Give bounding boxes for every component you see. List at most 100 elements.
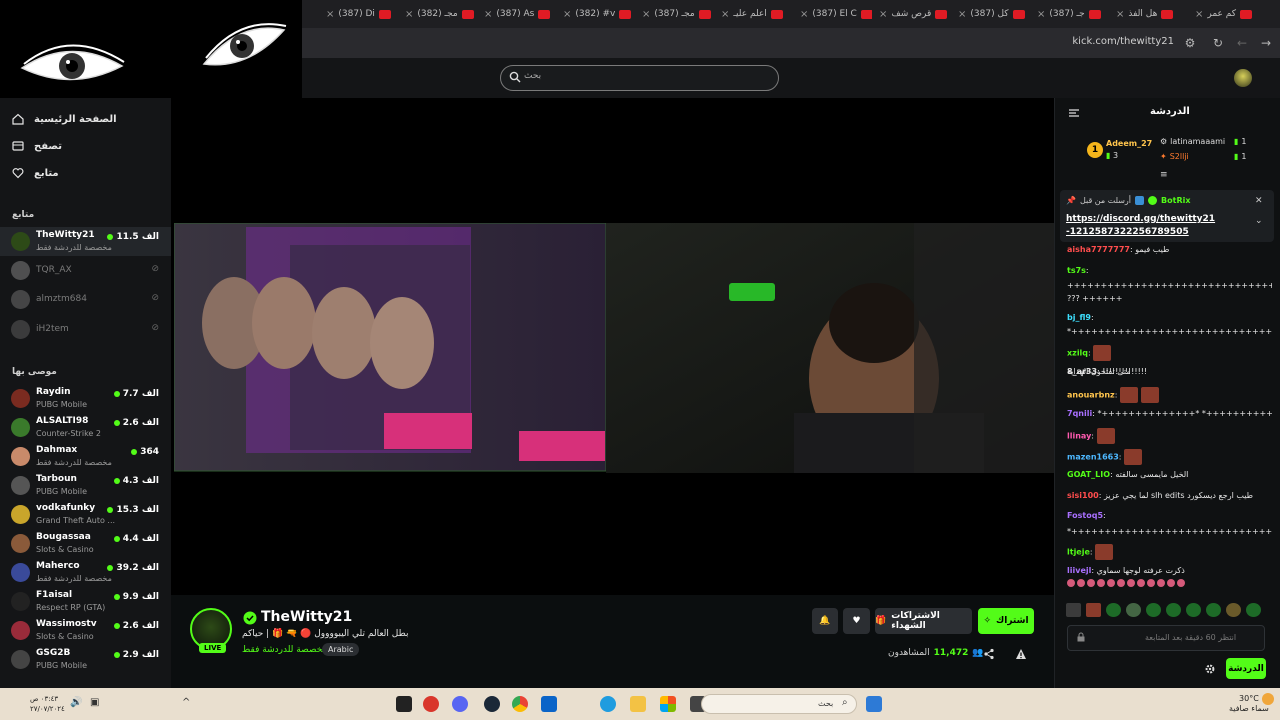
file-explorer-icon[interactable]: [630, 696, 646, 712]
emote-icon[interactable]: [1106, 603, 1121, 617]
nav-browse[interactable]: تصفح: [12, 140, 62, 152]
chat-username[interactable]: 7qnili: [1067, 409, 1092, 418]
close-tab-icon[interactable]: ×: [326, 9, 334, 20]
chat-username[interactable]: GOAT_LIO: [1067, 470, 1110, 479]
emote-icon[interactable]: [1206, 603, 1221, 617]
chat-username[interactable]: Fostoq5: [1067, 511, 1103, 520]
sidebar-recommended-channel[interactable]: Bougassaa Slots & Casino 4.4 الف: [0, 529, 171, 558]
close-tab-icon[interactable]: ×: [642, 9, 650, 20]
emote-icon[interactable]: [1066, 603, 1081, 617]
emote-icon[interactable]: [1126, 603, 1141, 617]
gear-icon[interactable]: [1204, 663, 1216, 675]
follow-button[interactable]: ♥: [843, 608, 870, 634]
browser-tab[interactable]: × (387) As: [478, 3, 556, 25]
chat-username[interactable]: ltjeje: [1067, 548, 1090, 557]
sidebar-channel[interactable]: almztm684 ⊘: [0, 285, 171, 314]
app-icon[interactable]: [423, 696, 439, 712]
browser-tab[interactable]: × اعلم عليـ: [715, 3, 793, 25]
tune-icon[interactable]: ⚙: [1182, 35, 1198, 51]
unpin-icon[interactable]: ✕: [1255, 196, 1263, 206]
sidebar-recommended-channel[interactable]: vodkafunky Grand Theft Auto ... 15.3 الف: [0, 500, 171, 529]
emote-bar[interactable]: [1066, 603, 1272, 619]
browser-tab[interactable]: × هل الفذ: [1110, 3, 1188, 25]
taskbar-search[interactable]: [701, 694, 857, 714]
emote-icon[interactable]: [1246, 603, 1261, 617]
chat-username[interactable]: sisi100: [1067, 491, 1099, 500]
gift-subs-button[interactable]: 🎁 الاشتراكات الشهداء: [875, 608, 972, 634]
url-text[interactable]: kick.com/thewitty21: [1072, 36, 1174, 47]
chat-send-button[interactable]: الدردشة: [1226, 658, 1266, 679]
browser-tab[interactable]: × (387) مجـ: [636, 3, 714, 25]
reload-icon[interactable]: ↻: [1210, 35, 1226, 51]
notifications-button[interactable]: 🔔: [812, 608, 838, 634]
outlook-icon[interactable]: [541, 696, 557, 712]
chevron-down-icon[interactable]: ⌄: [1255, 216, 1263, 226]
sidebar-recommended-channel[interactable]: F1aisal Respect RP (GTA) 9.9 الف: [0, 587, 171, 616]
network-icon[interactable]: ▣: [90, 697, 99, 708]
epic-games-icon[interactable]: [396, 696, 412, 712]
report-icon[interactable]: [1015, 648, 1027, 660]
browser-tab[interactable]: × قرص شف: [873, 3, 951, 25]
edge-icon[interactable]: [600, 696, 616, 712]
sidebar-recommended-channel[interactable]: Maherco مخصصة للدردشة فقط 39.2 الف: [0, 558, 171, 587]
close-tab-icon[interactable]: ×: [405, 9, 413, 20]
chat-username[interactable]: ts7s: [1067, 266, 1086, 275]
streamer-name[interactable]: TheWitty21: [261, 609, 352, 625]
chat-username[interactable]: xzilq: [1067, 349, 1088, 358]
discord-icon[interactable]: [452, 696, 468, 712]
sidebar-recommended-channel[interactable]: Raydin PUBG Mobile 7.7 الف: [0, 384, 171, 413]
browser-tab[interactable]: × (382) مجـ: [399, 3, 477, 25]
browser-tab[interactable]: × كم عمر: [1189, 3, 1267, 25]
collapse-chat-icon[interactable]: [1068, 107, 1080, 119]
emote-icon[interactable]: [1086, 603, 1101, 617]
chat-username[interactable]: aisha7777777: [1067, 245, 1130, 254]
close-tab-icon[interactable]: ×: [721, 9, 729, 20]
nav-following[interactable]: متابع: [12, 167, 59, 179]
sidebar-recommended-channel[interactable]: ALSALTI98 Counter-Strike 2 2.6 الف: [0, 413, 171, 442]
nav-home[interactable]: الصفحة الرئيسية: [12, 113, 117, 125]
volume-icon[interactable]: 🔊: [70, 697, 82, 708]
chrome-icon[interactable]: [512, 696, 528, 712]
steam-icon[interactable]: [484, 696, 500, 712]
chat-username[interactable]: anouarbnz: [1067, 391, 1115, 400]
windows-start-icon[interactable]: [866, 696, 882, 712]
chat-username[interactable]: liivejl: [1067, 566, 1091, 575]
close-tab-icon[interactable]: ×: [1195, 9, 1203, 20]
close-tab-icon[interactable]: ×: [484, 9, 492, 20]
browser-tab[interactable]: × (387) كل: [952, 3, 1030, 25]
stream-video-frame[interactable]: [174, 223, 1054, 473]
browser-tab[interactable]: × (387) جـ: [1031, 3, 1109, 25]
browser-tab[interactable]: × (387) El C: [794, 3, 872, 25]
language-tag[interactable]: Arabic: [322, 643, 360, 656]
store-icon[interactable]: [660, 696, 676, 712]
close-tab-icon[interactable]: ×: [563, 9, 571, 20]
sidebar-channel[interactable]: iH2tem ⊘: [0, 315, 171, 344]
tray-chevron-icon[interactable]: ^: [182, 697, 190, 708]
emote-icon[interactable]: [1146, 603, 1161, 617]
user-avatar[interactable]: [1234, 69, 1252, 87]
close-tab-icon[interactable]: ×: [1116, 9, 1124, 20]
browser-tab[interactable]: × (387) Di: [320, 3, 398, 25]
sidebar-channel[interactable]: TheWitty21 مخصصة للدردشة فقط 11.5 الف: [0, 227, 171, 256]
back-icon[interactable]: ←: [1234, 35, 1250, 51]
chat-username[interactable]: llinay: [1067, 432, 1091, 441]
search-input[interactable]: [500, 65, 779, 91]
stream-category[interactable]: مخصصة للدردشة فقط: [242, 645, 327, 655]
chat-username[interactable]: 8_ar33: [1067, 367, 1097, 376]
chat-username[interactable]: mazen1663: [1067, 453, 1119, 462]
close-tab-icon[interactable]: ×: [958, 9, 966, 20]
emote-icon[interactable]: [1186, 603, 1201, 617]
sidebar-recommended-channel[interactable]: Wassimostv Slots & Casino 2.6 الف: [0, 616, 171, 645]
emote-icon[interactable]: [1166, 603, 1181, 617]
close-tab-icon[interactable]: ×: [800, 9, 808, 20]
close-tab-icon[interactable]: ×: [1037, 9, 1045, 20]
forward-icon[interactable]: →: [1258, 35, 1274, 51]
pinned-link[interactable]: https://discord.gg/thewitty21-1212587322…: [1066, 213, 1216, 239]
close-tab-icon[interactable]: ×: [879, 9, 887, 20]
emote-icon[interactable]: [1226, 603, 1241, 617]
sidebar-recommended-channel[interactable]: Dahmax مخصصة للدردشة فقط 364: [0, 442, 171, 471]
sidebar-channel[interactable]: TQR_AX ⊘: [0, 256, 171, 285]
subscribe-button[interactable]: ✧ اشتراك: [978, 608, 1034, 634]
sidebar-recommended-channel[interactable]: GSG2B PUBG Mobile 2.9 الف: [0, 645, 171, 674]
browser-tab[interactable]: × (382) #v: [557, 3, 635, 25]
